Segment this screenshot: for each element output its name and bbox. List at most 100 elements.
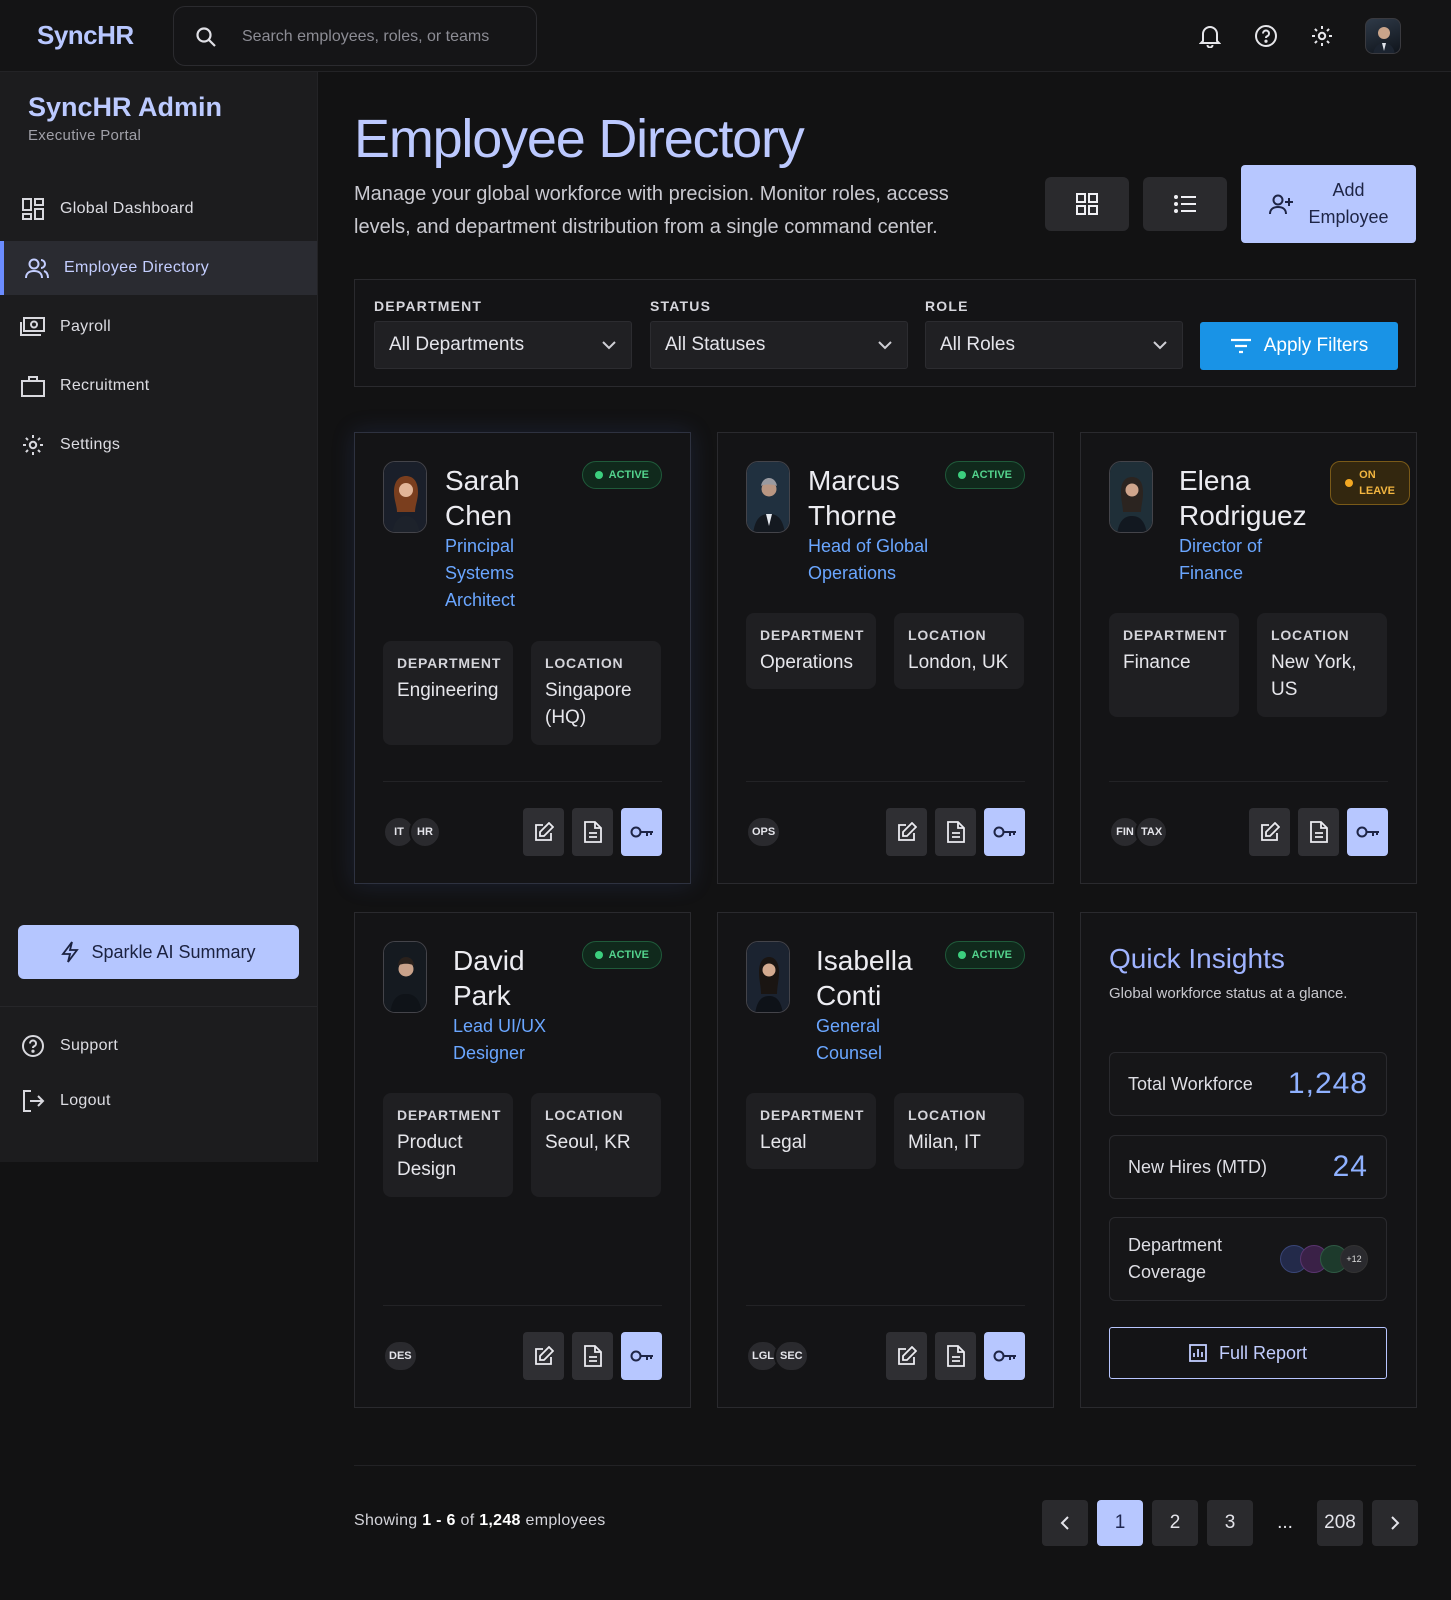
sidebar-item-settings[interactable]: Settings bbox=[0, 418, 317, 472]
list-view-button[interactable] bbox=[1143, 177, 1227, 231]
location-box: LOCATION Seoul, KR bbox=[531, 1093, 661, 1197]
department-select-value: All Departments bbox=[389, 334, 525, 355]
first-name: Sarah bbox=[445, 465, 520, 496]
edit-button[interactable] bbox=[1249, 808, 1290, 856]
employee-name[interactable]: David Park bbox=[453, 943, 525, 1013]
first-name: Elena bbox=[1179, 465, 1251, 496]
apply-filters-button[interactable]: Apply Filters bbox=[1200, 322, 1398, 370]
page-button[interactable]: 208 bbox=[1317, 1500, 1363, 1546]
sidebar-bottom-nav: Support Logout bbox=[0, 1022, 317, 1132]
last-name: Conti bbox=[816, 980, 882, 1011]
sidebar-item-label: Logout bbox=[60, 1092, 111, 1109]
showing-of: of bbox=[460, 1512, 475, 1529]
card-actions bbox=[1249, 808, 1388, 856]
page-button[interactable]: 3 bbox=[1207, 1500, 1253, 1546]
search-input[interactable] bbox=[242, 25, 520, 49]
briefcase-icon bbox=[20, 373, 46, 399]
employee-name[interactable]: Marcus Thorne bbox=[808, 463, 900, 533]
status-select[interactable]: All Statuses bbox=[650, 321, 908, 369]
sidebar-item-global-dashboard[interactable]: Global Dashboard bbox=[0, 182, 317, 236]
employee-role: Lead UI/UX Designer bbox=[453, 1013, 546, 1067]
employee-name[interactable]: Isabella Conti bbox=[816, 943, 913, 1013]
employee-photo bbox=[383, 461, 427, 533]
employee-photo bbox=[383, 941, 427, 1013]
sidebar-item-recruitment[interactable]: Recruitment bbox=[0, 359, 317, 413]
apply-filters-label: Apply Filters bbox=[1263, 335, 1369, 356]
user-avatar[interactable] bbox=[1365, 18, 1401, 54]
next-page-button[interactable] bbox=[1372, 1500, 1418, 1546]
card-divider bbox=[383, 1305, 662, 1306]
department-box: DEPARTMENT Product Design bbox=[383, 1093, 513, 1197]
department-select[interactable]: All Departments bbox=[374, 321, 632, 369]
access-key-button[interactable] bbox=[621, 1332, 662, 1380]
access-key-button[interactable] bbox=[984, 808, 1025, 856]
document-button[interactable] bbox=[935, 808, 976, 856]
filter-bar: DEPARTMENT All Departments STATUS All St… bbox=[354, 279, 1416, 387]
status-badge: ACTIVE bbox=[944, 461, 1025, 489]
edit-button[interactable] bbox=[886, 808, 927, 856]
document-button[interactable] bbox=[1298, 808, 1339, 856]
department-box: DEPARTMENT Operations bbox=[746, 613, 876, 689]
page-button[interactable]: 2 bbox=[1152, 1500, 1198, 1546]
sparkle-label: Sparkle AI Summary bbox=[91, 941, 256, 962]
edit-button[interactable] bbox=[523, 1332, 564, 1380]
status-text: ACTIVE bbox=[608, 949, 649, 961]
employee-name[interactable]: Sarah Chen bbox=[445, 463, 520, 533]
search-box[interactable] bbox=[173, 6, 537, 66]
access-key-button[interactable] bbox=[1347, 808, 1388, 856]
access-tag: TAX bbox=[1135, 816, 1169, 848]
sidebar-subtitle: Executive Portal bbox=[28, 127, 142, 144]
access-key-button[interactable] bbox=[621, 808, 662, 856]
edit-button[interactable] bbox=[886, 1332, 927, 1380]
sidebar-item-payroll[interactable]: Payroll bbox=[0, 300, 317, 354]
bell-icon[interactable] bbox=[1197, 23, 1223, 49]
access-tag: OPS bbox=[746, 816, 782, 848]
employee-photo bbox=[1109, 461, 1153, 533]
access-key-button[interactable] bbox=[984, 1332, 1025, 1380]
card-divider bbox=[746, 781, 1025, 782]
add-employee-button[interactable]: Add Employee bbox=[1241, 165, 1416, 243]
edit-button[interactable] bbox=[523, 808, 564, 856]
help-icon bbox=[20, 1033, 46, 1059]
total-workforce-stat: Total Workforce 1,248 bbox=[1109, 1052, 1387, 1116]
sidebar-item-label: Global Dashboard bbox=[60, 200, 194, 217]
department-box: DEPARTMENT Legal bbox=[746, 1093, 876, 1169]
filter-icon bbox=[1230, 338, 1251, 354]
department-box: DEPARTMENT Finance bbox=[1109, 613, 1239, 717]
quick-insights-title: Quick Insights bbox=[1109, 943, 1285, 974]
role-line: Designer bbox=[453, 1043, 526, 1063]
last-name: Rodriguez bbox=[1179, 500, 1307, 531]
previous-page-button[interactable] bbox=[1042, 1500, 1088, 1546]
quick-insights-panel: Quick Insights Global workforce status a… bbox=[1080, 912, 1417, 1408]
document-button[interactable] bbox=[572, 1332, 613, 1380]
sidebar-item-support[interactable]: Support bbox=[0, 1022, 317, 1070]
employee-name[interactable]: Elena Rodriguez bbox=[1179, 463, 1307, 533]
status-dot bbox=[594, 471, 603, 479]
card-divider bbox=[1109, 781, 1388, 782]
showing-suffix: employees bbox=[525, 1512, 606, 1529]
sidebar-item-employee-directory[interactable]: Employee Directory bbox=[0, 241, 317, 295]
grid-view-button[interactable] bbox=[1045, 177, 1129, 231]
brand-logo[interactable]: SyncHR bbox=[37, 20, 134, 51]
page-button[interactable]: 1 bbox=[1097, 1500, 1143, 1546]
status-dot bbox=[957, 951, 966, 959]
location-value: Milan, IT bbox=[908, 1132, 981, 1153]
sidebar-item-logout[interactable]: Logout bbox=[0, 1077, 317, 1125]
help-icon[interactable] bbox=[1253, 23, 1279, 49]
document-button[interactable] bbox=[572, 808, 613, 856]
gear-icon[interactable] bbox=[1309, 23, 1335, 49]
department-coverage-label: Department Coverage bbox=[1128, 1232, 1222, 1286]
top-icon-group bbox=[1197, 17, 1401, 55]
role-select[interactable]: All Roles bbox=[925, 321, 1183, 369]
employee-card: Sarah Chen Principal Systems Architect ACTI… bbox=[354, 432, 691, 884]
document-button[interactable] bbox=[935, 1332, 976, 1380]
card-actions bbox=[886, 808, 1025, 856]
access-tag: SEC bbox=[774, 1340, 809, 1372]
sparkle-ai-summary-button[interactable]: Sparkle AI Summary bbox=[18, 925, 299, 979]
sidebar: SyncHR Admin Executive Portal Global Das… bbox=[0, 72, 318, 1162]
department-line: Design bbox=[397, 1159, 457, 1180]
department-value: Product Design bbox=[397, 1129, 499, 1183]
role-line: Architect bbox=[445, 590, 516, 610]
full-report-button[interactable]: Full Report bbox=[1109, 1327, 1387, 1379]
access-tags: DES bbox=[383, 1340, 418, 1372]
